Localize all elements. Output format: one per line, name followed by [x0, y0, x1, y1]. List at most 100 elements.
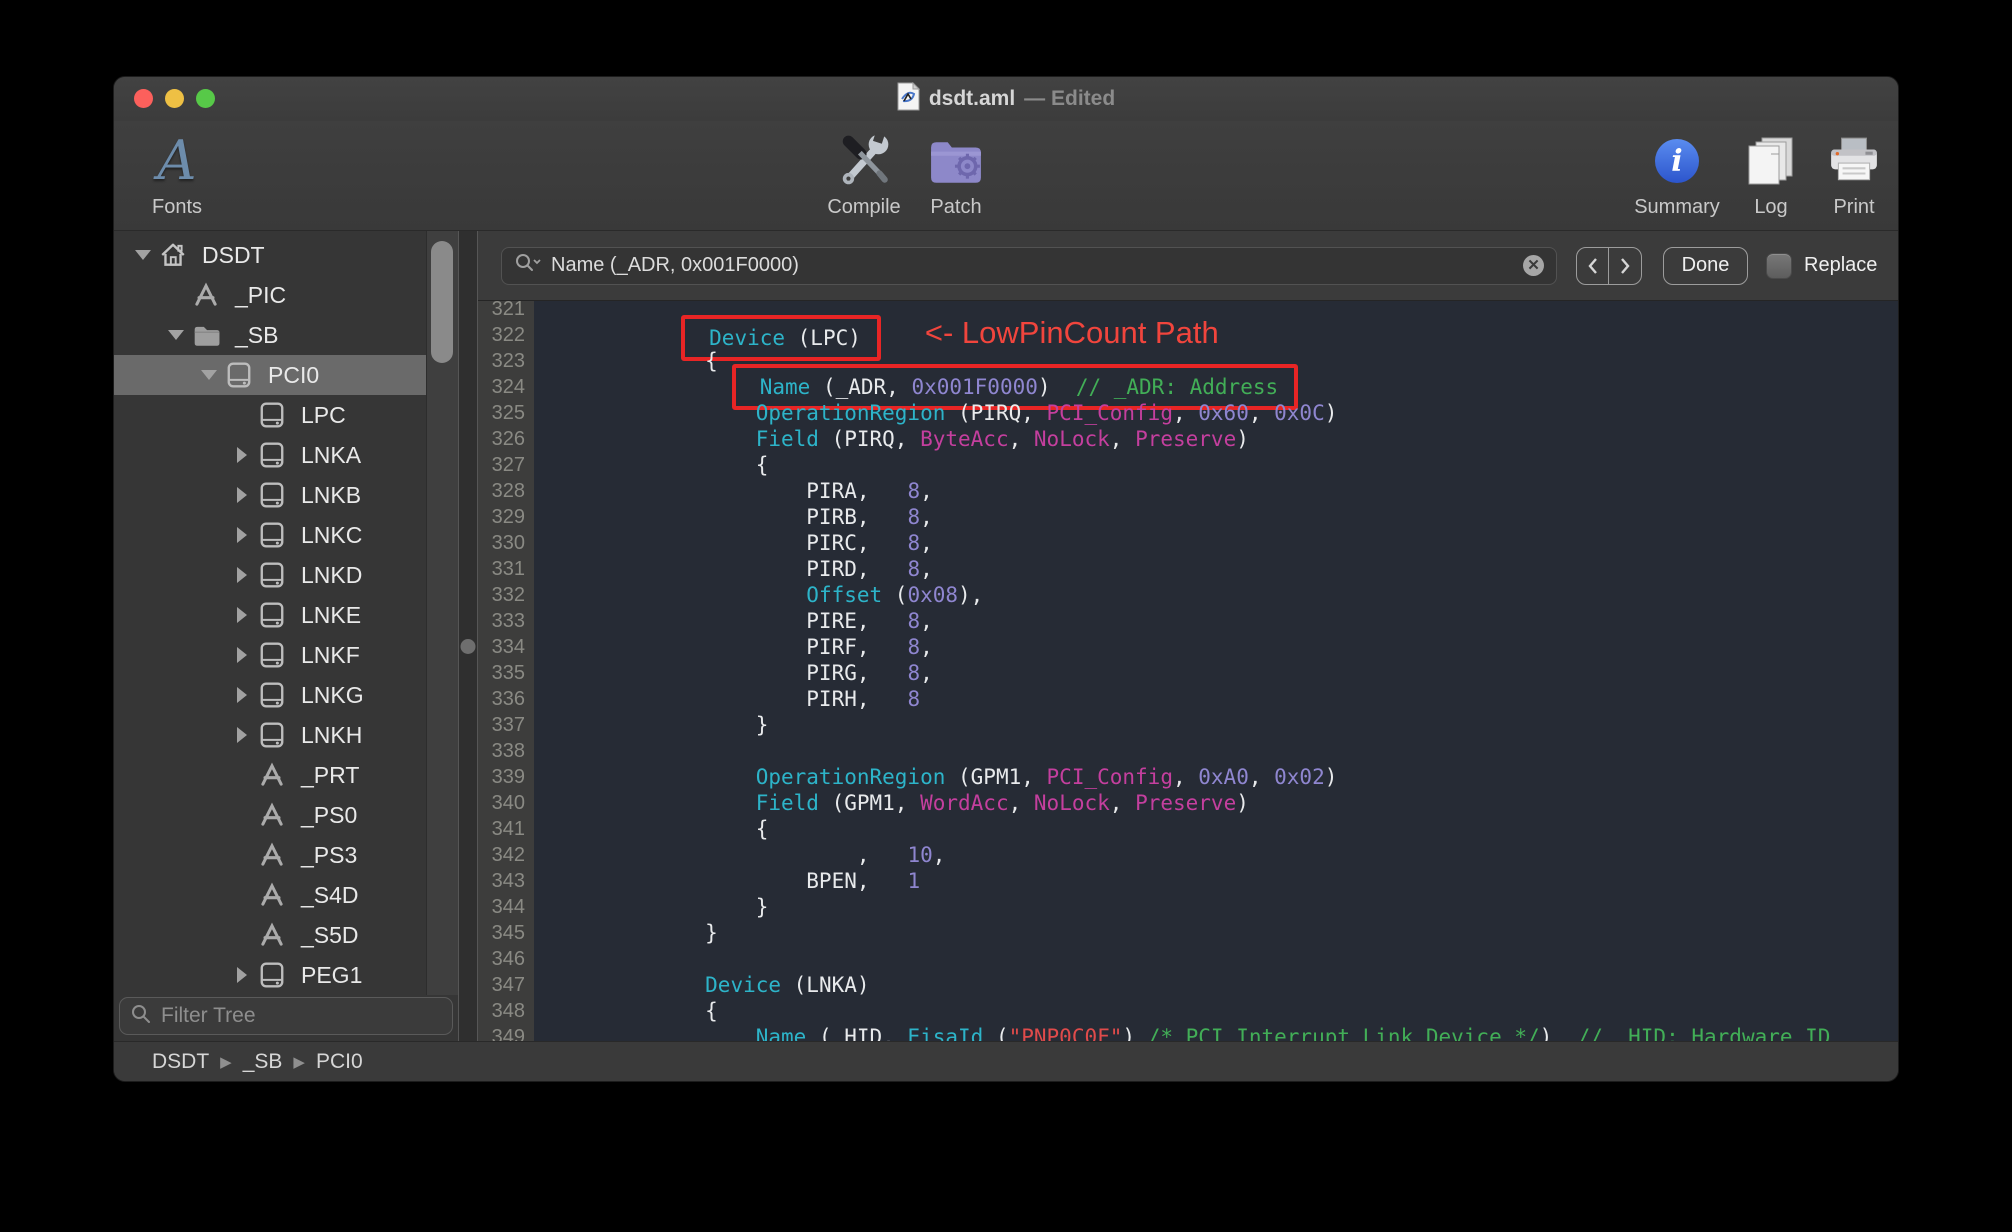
- document-icon: [897, 81, 921, 116]
- find-previous-button[interactable]: [1577, 247, 1609, 284]
- disclosure-triangle[interactable]: [161, 330, 191, 340]
- tree-item-label: LNKE: [301, 601, 362, 628]
- tree-item-lpc[interactable]: LPC: [114, 395, 426, 435]
- print-button[interactable]: Print: [1814, 127, 1894, 225]
- patch-button[interactable]: Patch: [911, 127, 1001, 225]
- editor-pane: ✕ Done Replace 32132232332432532632: [478, 231, 1898, 1041]
- disclosure-triangle[interactable]: [227, 567, 257, 583]
- tree-item-label: DSDT: [202, 241, 265, 268]
- disclosure-triangle[interactable]: [128, 250, 158, 260]
- device-icon: [257, 520, 287, 550]
- find-bar: ✕ Done Replace: [478, 231, 1898, 301]
- code-line-342: , 10,: [604, 843, 946, 867]
- disclosure-triangle[interactable]: [227, 447, 257, 463]
- tree-item-label: LNKG: [301, 681, 364, 708]
- disclosure-triangle[interactable]: [227, 727, 257, 743]
- tree-item-_sb[interactable]: _SB: [114, 315, 426, 355]
- clear-search-icon[interactable]: ✕: [1523, 255, 1544, 276]
- code-line-325: OperationRegion (PIRQ, PCI_Config, 0x60,…: [755, 401, 1338, 425]
- code-line-331: PIRD, 8,: [604, 557, 933, 581]
- annotation-text: <- LowPinCount Path: [924, 315, 1219, 350]
- tree-item-label: LPC: [301, 401, 346, 428]
- folder-icon: [191, 320, 221, 350]
- sidebar-scrollbar-track[interactable]: [426, 231, 458, 997]
- tree-item-lnke[interactable]: LNKE: [114, 595, 426, 635]
- device-icon: [257, 480, 287, 510]
- code-line-322: Device (LPC) <- LowPinCount Path: [604, 315, 1830, 361]
- filter-tree-field[interactable]: Filter Tree: [119, 997, 453, 1035]
- find-field[interactable]: ✕: [501, 246, 1557, 285]
- split-divider[interactable]: [458, 231, 478, 1041]
- tree-item-_s5d[interactable]: _S5D: [114, 915, 426, 955]
- code-line-343: BPEN, 1: [604, 869, 921, 893]
- code-line-347: Device (LNKA): [705, 973, 870, 997]
- code-line-344: }: [604, 895, 769, 919]
- tree-item-_ps3[interactable]: _PS3: [114, 835, 426, 875]
- home-icon: [158, 240, 188, 270]
- breadcrumb-item-pci0[interactable]: PCI0: [316, 1050, 363, 1074]
- tree-item-lnkb[interactable]: LNKB: [114, 475, 426, 515]
- toolbar: A Fonts Compile Patch i Summary Log Prin…: [114, 121, 1898, 231]
- code-line-349: Name (_HID, EisaId ("PNP0C0F") /* PCI In…: [755, 1025, 1831, 1041]
- done-button[interactable]: Done: [1663, 246, 1748, 285]
- tree-item-label: _SB: [235, 321, 279, 348]
- tree-item-label: LNKD: [301, 561, 363, 588]
- tree-item-pci0[interactable]: PCI0: [114, 355, 426, 395]
- disclosure-triangle[interactable]: [227, 647, 257, 663]
- breadcrumb-separator-icon: ▶: [293, 1053, 305, 1071]
- tree-item-lnkc[interactable]: LNKC: [114, 515, 426, 555]
- device-icon: [257, 440, 287, 470]
- tree-item-label: PCI0: [268, 361, 320, 388]
- search-menu-icon[interactable]: [514, 252, 541, 279]
- device-icon: [257, 680, 287, 710]
- code-line-337: }: [604, 713, 769, 737]
- tree-item-label: LNKA: [301, 441, 362, 468]
- find-input[interactable]: [549, 253, 1515, 278]
- acpi-tree: DSDT _PIC _SB PCI0 LPC LNKA LNKB LNKC LNKD LNKE LN…: [114, 235, 426, 995]
- code-line-324: Name (_ADR, 0x001F0000) // _ADR: Address: [604, 364, 1830, 410]
- tree-item-lnka[interactable]: LNKA: [114, 435, 426, 475]
- disclosure-triangle[interactable]: [227, 527, 257, 543]
- replace-checkbox[interactable]: [1766, 252, 1792, 279]
- tree-item-label: _PS3: [301, 841, 358, 868]
- disclosure-triangle[interactable]: [227, 607, 257, 623]
- disclosure-triangle[interactable]: [227, 487, 257, 503]
- tree-item-lnkh[interactable]: LNKH: [114, 715, 426, 755]
- tree-item-lnkg[interactable]: LNKG: [114, 675, 426, 715]
- code-editor[interactable]: 321 322 323 324 325 326 327 328 329 330 331 332 333 3…: [478, 301, 1898, 1041]
- tree-item-lnkd[interactable]: LNKD: [114, 555, 426, 595]
- tree-item-peg1[interactable]: PEG1: [114, 955, 426, 995]
- code-line-341: {: [604, 817, 769, 841]
- tree-item-label: _S4D: [301, 881, 359, 908]
- breadcrumb-item-_sb[interactable]: _SB: [243, 1050, 283, 1074]
- tree-item-lnkf[interactable]: LNKF: [114, 635, 426, 675]
- log-icon: [1746, 127, 1796, 194]
- tree-item-_prt[interactable]: _PRT: [114, 755, 426, 795]
- disclosure-triangle[interactable]: [194, 370, 224, 380]
- split-divider-handle[interactable]: [460, 639, 476, 654]
- device-icon: [257, 640, 287, 670]
- breadcrumb-item-dsdt[interactable]: DSDT: [152, 1050, 209, 1074]
- find-next-button[interactable]: [1609, 248, 1641, 284]
- window-title-status: — Edited: [1024, 87, 1116, 110]
- fonts-button[interactable]: A Fonts: [132, 127, 222, 225]
- tree-item-dsdt[interactable]: DSDT: [114, 235, 426, 275]
- code-line-326: Field (PIRQ, ByteAcc, NoLock, Preserve): [755, 427, 1249, 451]
- disclosure-triangle[interactable]: [227, 967, 257, 983]
- line-numbers: 321 322 323 324 325 326 327 328 329 330 331 332 333 3…: [491, 301, 525, 1041]
- sidebar-scrollbar-thumb[interactable]: [431, 241, 453, 363]
- tree-item-_s4d[interactable]: _S4D: [114, 875, 426, 915]
- tree-item-_ps0[interactable]: _PS0: [114, 795, 426, 835]
- tree-item-label: LNKB: [301, 481, 362, 508]
- compile-button[interactable]: Compile: [814, 127, 914, 225]
- disclosure-triangle[interactable]: [227, 687, 257, 703]
- method-icon: [257, 800, 287, 830]
- breadcrumb: DSDT ▶ _SB ▶ PCI0: [114, 1041, 1898, 1081]
- search-icon: [130, 1003, 152, 1030]
- tree-item-_pic[interactable]: _PIC: [114, 275, 426, 315]
- log-button[interactable]: Log: [1736, 127, 1806, 225]
- device-icon: [257, 960, 287, 990]
- summary-button[interactable]: i Summary: [1622, 127, 1732, 225]
- title-bar[interactable]: dsdt.aml — Edited: [114, 77, 1898, 121]
